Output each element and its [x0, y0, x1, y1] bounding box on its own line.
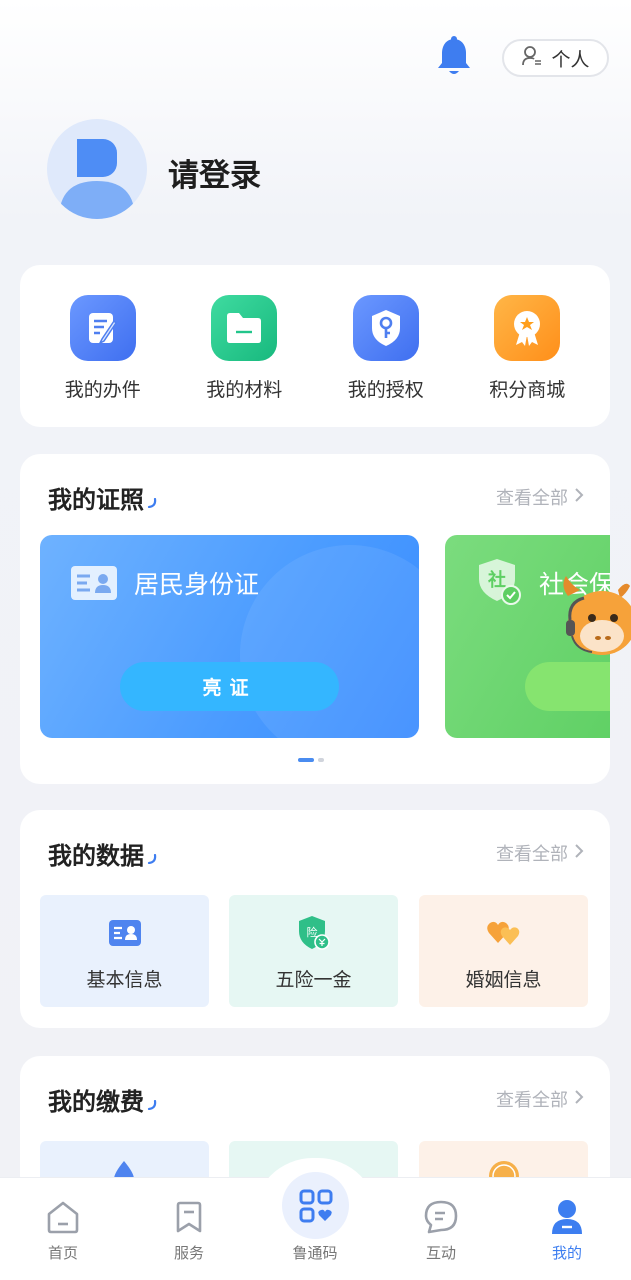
id-card-title: 居民身份证: [134, 570, 260, 599]
bell-icon[interactable]: [436, 36, 472, 78]
quick-action-label: 我的授权: [347, 379, 424, 401]
chat-icon: [422, 1198, 460, 1236]
edit-document-icon: [69, 295, 136, 361]
nav-mine[interactable]: 我的: [522, 1198, 612, 1263]
login-prompt[interactable]: 请登录: [168, 150, 261, 195]
swirl-icon: [147, 842, 157, 865]
id-card-icon: [107, 915, 143, 951]
social-shield-text: 社: [488, 569, 506, 591]
chevron-right-icon: [574, 487, 584, 508]
nav-label: 我的: [551, 1244, 582, 1262]
quick-action-label: 我的办件: [64, 379, 141, 401]
chevron-right-icon: [574, 843, 584, 864]
mascot-assistant-icon[interactable]: [558, 568, 631, 666]
section-title: 我的证照: [48, 480, 157, 515]
nav-label: 首页: [47, 1244, 78, 1262]
swirl-icon: [147, 1088, 157, 1111]
nav-services[interactable]: 服务: [144, 1198, 234, 1263]
carousel-indicator: [298, 758, 324, 762]
insurance-badge-text: 险: [306, 925, 317, 939]
view-all-link[interactable]: 查看全部: [496, 840, 584, 866]
person-icon: [548, 1198, 586, 1236]
licences-card: 我的证照 查看全部 居民身份证 亮证 社 社会保: [20, 454, 610, 784]
nav-label: 服务: [173, 1244, 204, 1262]
nav-label: 鲁通码: [292, 1244, 338, 1262]
quick-action-label: 积分商城: [489, 379, 566, 401]
data-tile-label: 婚姻信息: [465, 969, 542, 991]
nav-interaction[interactable]: 互动: [396, 1198, 486, 1263]
view-all-link[interactable]: 查看全部: [496, 484, 584, 510]
data-tile-insurance-fund[interactable]: 险 五险一金: [229, 895, 398, 1007]
data-tile-label: 五险一金: [275, 969, 352, 991]
personal-switch-button[interactable]: 个人: [502, 39, 609, 77]
folder-icon: [211, 295, 278, 361]
key-shield-icon: [352, 295, 419, 361]
view-all-link[interactable]: 查看全部: [496, 1086, 584, 1112]
home-icon: [44, 1198, 82, 1236]
insurance-shield-icon: 险: [296, 915, 332, 951]
chevron-right-icon: [574, 1089, 584, 1110]
id-card-licence[interactable]: 居民身份证 亮证: [40, 535, 419, 738]
nav-home[interactable]: 首页: [18, 1198, 108, 1263]
section-title: 我的数据: [48, 836, 157, 871]
quick-action-my-materials[interactable]: 我的材料: [179, 295, 309, 427]
quick-action-my-authorization[interactable]: 我的授权: [321, 295, 451, 427]
award-ribbon-icon: [494, 295, 561, 361]
data-tile-basic-info[interactable]: 基本信息: [40, 895, 209, 1007]
quick-action-label: 我的材料: [206, 379, 283, 401]
social-show-button[interactable]: [525, 662, 610, 711]
id-card-icon: [70, 565, 118, 605]
bottom-navigation: 首页 服务 鲁通码 互动 我的: [0, 1158, 631, 1280]
avatar[interactable]: [47, 119, 147, 219]
swirl-icon: [147, 486, 157, 509]
data-tile-label: 基本信息: [86, 969, 163, 991]
quick-action-points-mall[interactable]: 积分商城: [462, 295, 592, 427]
bookmark-icon: [170, 1198, 208, 1236]
quick-action-my-cases[interactable]: 我的办件: [38, 295, 168, 427]
section-title: 我的缴费: [48, 1082, 157, 1117]
nav-label: 互动: [425, 1244, 456, 1262]
show-licence-button[interactable]: 亮证: [120, 662, 339, 711]
personal-label: 个人: [551, 48, 590, 71]
data-tile-marriage-info[interactable]: 婚姻信息: [419, 895, 588, 1007]
nav-lutong-code[interactable]: 鲁通码: [270, 1198, 360, 1263]
hearts-icon: [486, 915, 522, 951]
social-shield-icon: 社: [475, 557, 523, 609]
user-switch-icon: [521, 45, 543, 72]
quick-actions-card: 我的办件 我的材料 我的授权 积分商城: [20, 265, 610, 427]
my-data-card: 我的数据 查看全部 基本信息 险 五险一金 婚姻信息: [20, 810, 610, 1028]
